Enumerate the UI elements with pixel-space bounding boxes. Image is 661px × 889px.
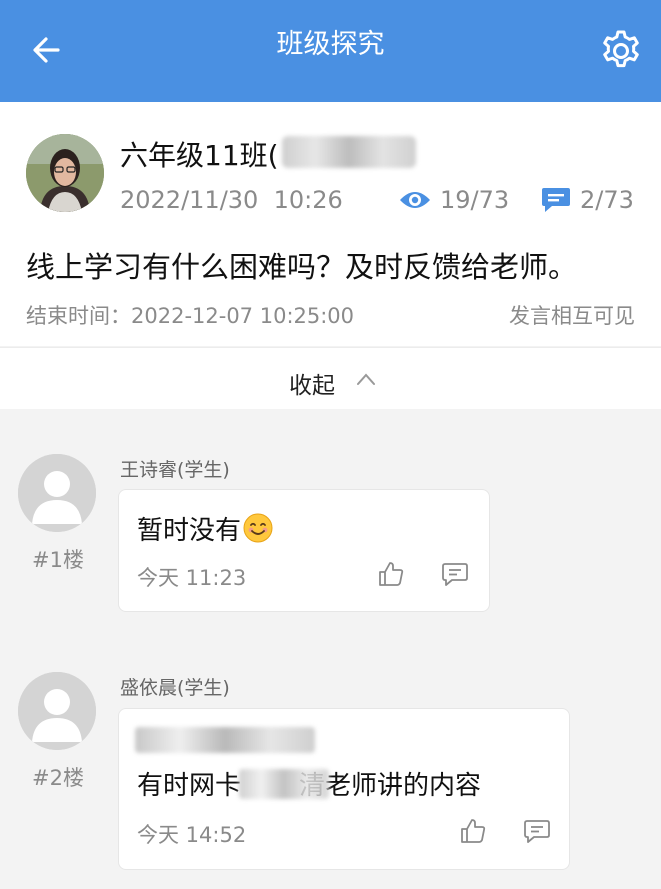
avatar[interactable] [18,454,96,532]
comment-text-content: 暂时没有 [137,516,242,546]
page-title: 班级探究 [276,29,385,60]
comment-time: 今天 11:23 [137,566,247,590]
class-owner-name: 六年级11班( [120,139,279,172]
commenter-name: 盛依晨(学生) [120,677,230,699]
collapse-toggle[interactable]: 收起 [0,347,661,409]
chat-bubble-icon [542,188,570,212]
visibility-setting: 发言相互可见 [509,304,635,328]
comment-time: 今天 14:52 [137,823,247,847]
avatar[interactable] [18,672,96,750]
comment-text: 暂时没有 [137,510,273,547]
comment-bubble: 有时网卡 清老师讲的内容 今天 14:52 [118,708,570,870]
comment-icon[interactable] [441,560,469,588]
comment-text-part-a: 有时网卡 [137,771,242,801]
redacted-text [135,727,315,753]
thumbs-up-icon[interactable] [459,817,487,845]
smiling-face-emoji [243,513,273,543]
gear-icon[interactable] [598,28,644,74]
post-card: 六年级11班( 2022/11/30 10:26 19/73 2/73 线上学习… [0,102,661,346]
view-count: 19/73 [440,186,510,214]
chevron-up-icon[interactable] [356,372,376,386]
floor-number: #2楼 [32,766,84,790]
redacted-text [239,769,329,799]
reply-count: 2/73 [580,186,634,214]
post-question: 线上学习有什么困难吗？及时反馈给老师。 [26,250,578,284]
collapse-label[interactable]: 收起 [289,366,335,400]
post-date: 2022/11/30 [120,186,259,214]
post-datetime: 2022/11/30 10:26 [120,186,343,214]
thumbs-up-icon[interactable] [377,560,405,588]
redacted-name [282,136,416,168]
floor-number: #1楼 [32,548,84,572]
teacher-avatar[interactable] [26,134,104,212]
comment-bubble: 暂时没有 今天 11:23 [118,489,490,612]
post-time: 10:26 [273,186,343,214]
comment-icon[interactable] [523,817,551,845]
commenter-name: 王诗睿(学生) [120,459,230,481]
eye-icon [400,192,430,208]
top-bar: 班级探究 [0,0,661,102]
end-time: 结束时间：2022-12-07 10:25:00 [26,304,355,328]
